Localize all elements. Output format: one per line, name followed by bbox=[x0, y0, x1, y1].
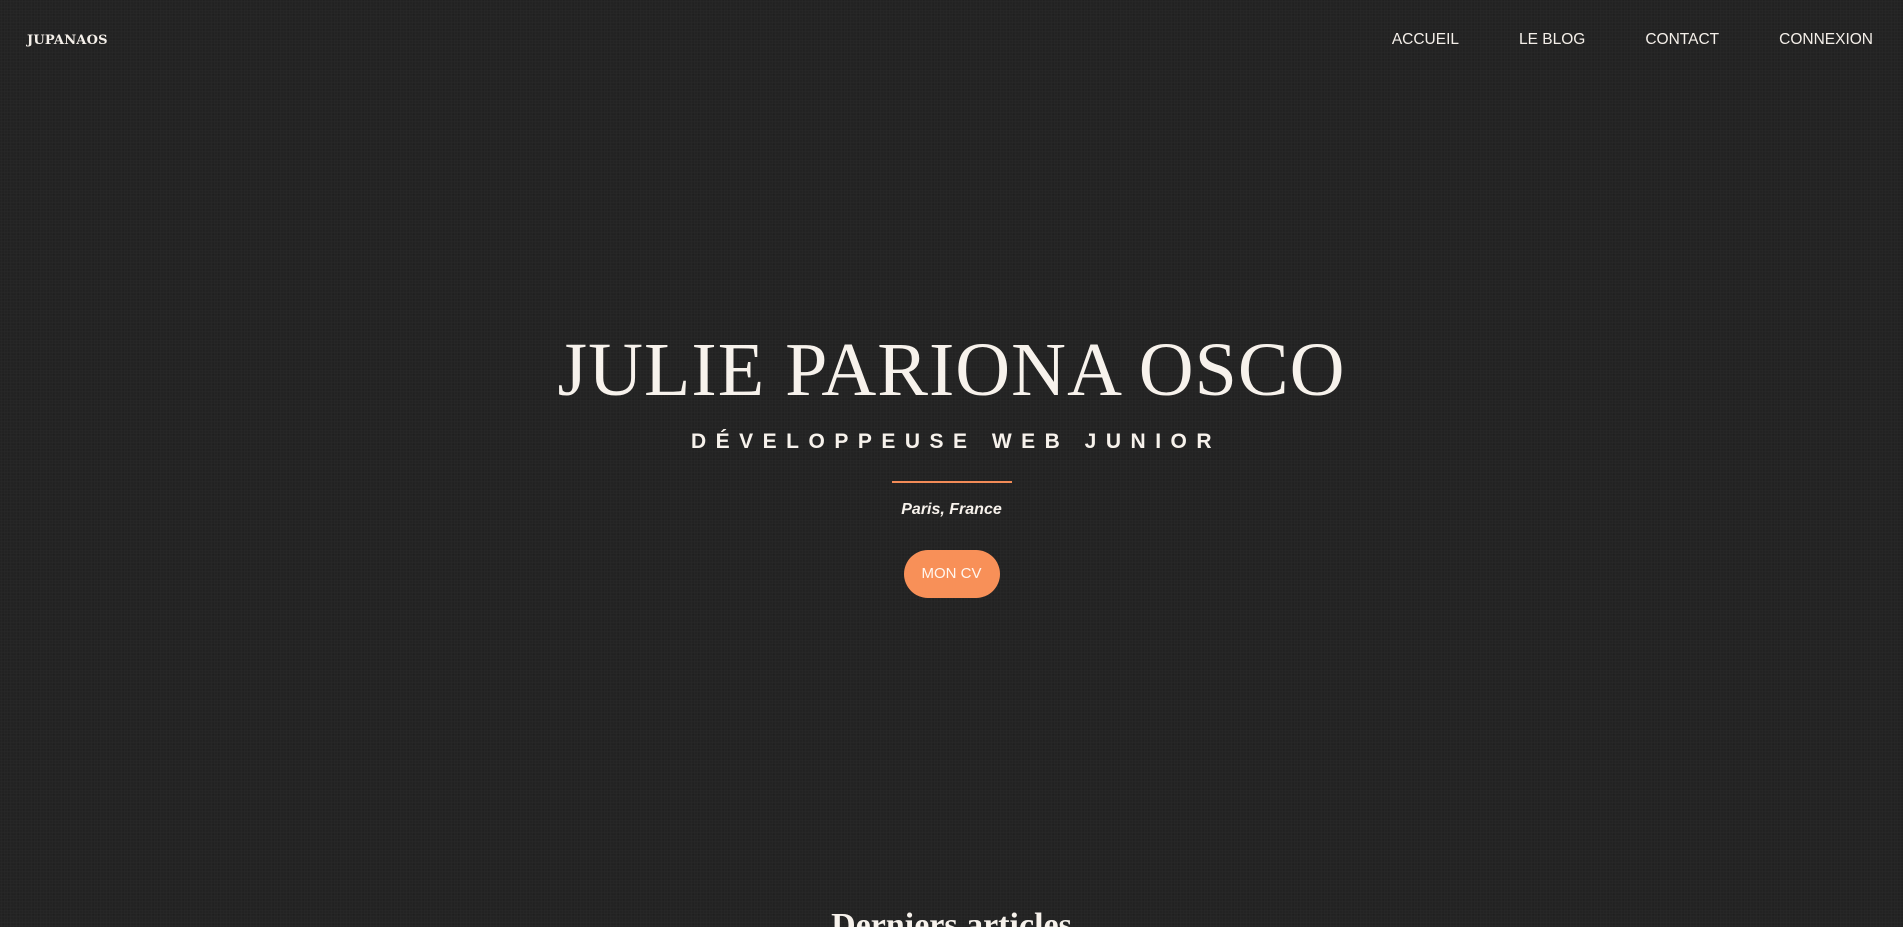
nav-link-accueil[interactable]: ACCUEIL bbox=[1392, 31, 1459, 49]
nav-link-blog[interactable]: LE BLOG bbox=[1519, 31, 1585, 49]
brand-logo[interactable]: JUPANAOS bbox=[27, 33, 108, 48]
hero-divider bbox=[891, 481, 1012, 483]
articles-section-title: Derniers articles bbox=[831, 907, 1072, 927]
hero-section: JULIE PARIONA OSCO DÉVELOPPEUSE WEB JUNI… bbox=[0, 330, 1903, 598]
cv-button[interactable]: MON CV bbox=[903, 550, 1000, 598]
hero-role: DÉVELOPPEUSE WEB JUNIOR bbox=[690, 430, 1222, 453]
nav-link-contact[interactable]: CONTACT bbox=[1645, 31, 1719, 49]
hero-name: JULIE PARIONA OSCO bbox=[557, 328, 1346, 412]
nav-link-connexion[interactable]: CONNEXION bbox=[1779, 31, 1873, 49]
site-header: JUPANAOS ACCUEIL LE BLOG CONTACT CONNEXI… bbox=[0, 0, 1903, 82]
main-nav: ACCUEIL LE BLOG CONTACT CONNEXION bbox=[1332, 31, 1873, 49]
hero-location: Paris, France bbox=[901, 501, 1002, 518]
